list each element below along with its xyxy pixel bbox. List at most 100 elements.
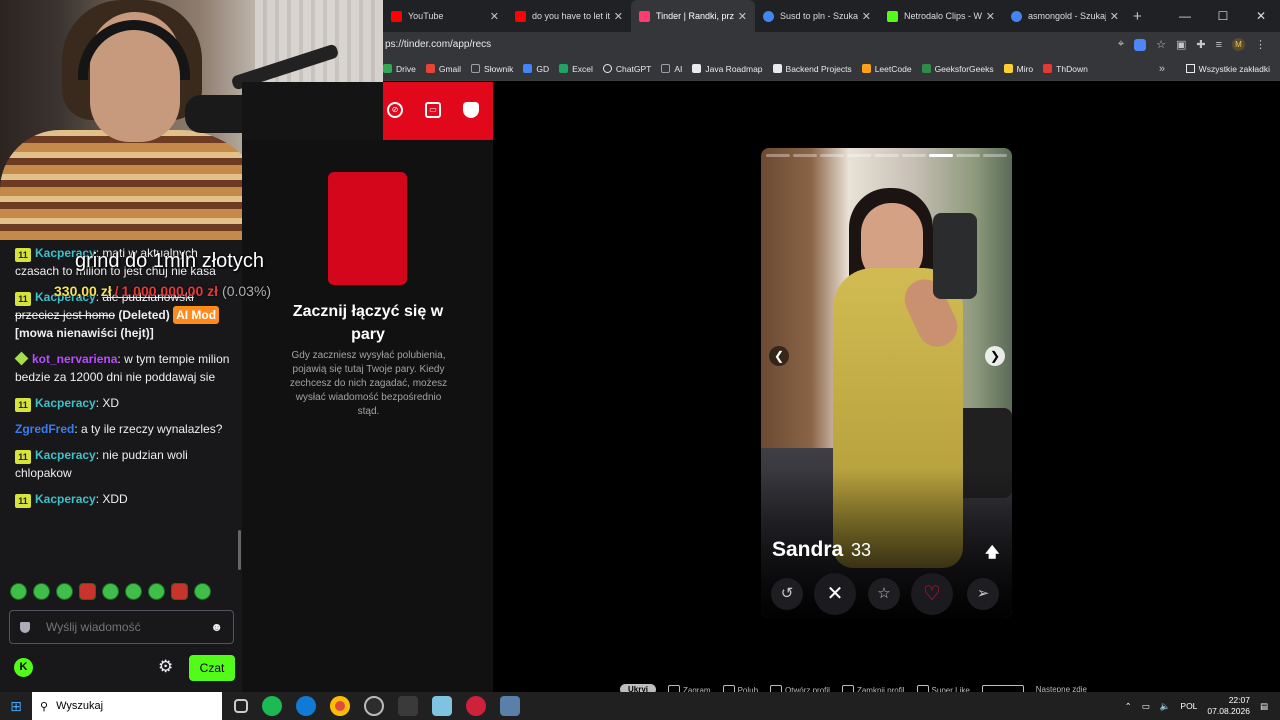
emote-bar [10,583,211,600]
new-tab-button[interactable]: + [1133,8,1142,25]
emote-icon[interactable] [194,583,211,600]
all-bookmarks[interactable]: Wszystkie zakładki [1185,64,1270,74]
bookmark-miro[interactable]: Miro [1003,64,1033,74]
close-tab-icon[interactable]: ✕ [738,10,747,23]
stream-goal-title: grind do 1mln złotych [75,250,264,272]
volume-icon[interactable]: 🔈 [1160,701,1171,712]
emote-icon[interactable] [10,583,27,600]
bookmark-chatgpt[interactable]: ChatGPT [602,64,651,74]
close-tab-icon[interactable]: ✕ [1110,10,1119,23]
minimize-icon[interactable]: — [1166,9,1204,23]
tab-youtube-video[interactable]: do you have to let it ✕ [507,0,631,32]
tinder-sidebar: ⊘ ▭ Zacznij łączyć się w pary Gdy zaczni… [242,82,493,692]
menu-dots-icon[interactable]: ⋮ [1255,38,1266,51]
chevron-right-icon[interactable]: » [1159,63,1165,75]
emote-icon[interactable] [125,583,142,600]
emote-icon[interactable] [33,583,50,600]
profile-card[interactable]: ❮ ❯ Sandra 33 🡅 ↺ ✕ ☆ ♡ ➢ [761,148,1012,618]
gear-icon[interactable]: ⚙ [158,657,173,677]
taskbar-search[interactable]: ⚲ Wyszukaj [32,692,222,720]
reading-list-icon[interactable]: ≡ [1216,39,1222,51]
chat-scrollbar[interactable] [238,530,241,570]
app-icon[interactable] [398,696,418,716]
chat-username[interactable]: kot_nervariena [32,352,117,366]
address-bar[interactable]: ps://tinder.com/app/recs [383,39,1118,50]
maximize-icon[interactable]: ☐ [1204,9,1242,23]
close-tab-icon[interactable]: ✕ [986,10,995,23]
bookmark-gd[interactable]: GD [523,64,549,74]
tab-youtube[interactable]: YouTube ✕ [383,0,507,32]
matches-placeholder-card [328,172,407,285]
chrome-icon[interactable] [330,696,350,716]
stream-chat: 11 Kacperacy: mati w aktualnych czasach t… [0,240,242,692]
task-view-icon[interactable] [234,699,248,713]
translate-icon[interactable] [1134,38,1147,51]
ai-mod-badge: AI Mod [173,306,220,324]
puzzle-icon[interactable]: ✚ [1196,38,1205,51]
bookmark-slownik[interactable]: Słownik [471,64,513,74]
next-photo-button[interactable]: ❯ [985,346,1005,366]
boost-button[interactable]: ➢ [967,578,999,610]
spotify-icon[interactable] [262,696,282,716]
super-like-button[interactable]: ☆ [868,578,900,610]
chat-message: 11 Kacperacy: XD [15,394,230,412]
emote-icon[interactable] [102,583,119,600]
bookmark-drive[interactable]: Drive [383,64,416,74]
location-icon[interactable]: ⌖ [1118,38,1124,51]
app-icon[interactable] [432,696,452,716]
emoji-icon[interactable]: ☻ [210,620,223,634]
bookmark-gmail[interactable]: Gmail [425,64,461,74]
like-button[interactable]: ♡ [911,573,953,615]
chat-username[interactable]: Kacperacy [35,492,96,506]
bookmark-excel[interactable]: Excel [559,64,593,74]
nope-button[interactable]: ✕ [814,573,856,615]
sub-badge: 11 [15,450,31,464]
send-chat-button[interactable]: Czat [189,655,235,681]
close-tab-icon[interactable]: ✕ [862,10,871,23]
goal-percent: (0.03%) [222,283,272,299]
extension-icon[interactable]: ▣ [1176,38,1186,51]
bookmark-java-roadmap[interactable]: Java Roadmap [692,64,763,74]
open-profile-icon[interactable]: 🡅 [985,542,999,566]
profile-avatar[interactable]: M [1232,38,1245,51]
calculator-icon[interactable] [500,696,520,716]
tab-kick-clips[interactable]: Netrodalo Clips - Wa ✕ [879,0,1003,32]
shield-icon[interactable] [463,102,479,118]
obs-icon[interactable] [364,696,384,716]
chat-input[interactable] [46,620,211,634]
edge-icon[interactable] [296,696,316,716]
language-indicator[interactable]: POL [1180,701,1197,711]
network-icon[interactable]: ▭ [1142,701,1150,712]
bookmark-thdown[interactable]: ThDown [1043,64,1088,74]
tab-google-usd[interactable]: Susd to pln - Szukaj ✕ [755,0,879,32]
chevron-up-icon[interactable]: ⌃ [1125,701,1132,712]
emote-icon[interactable] [56,583,73,600]
rewind-button[interactable]: ↺ [771,578,803,610]
prev-photo-button[interactable]: ❮ [769,346,789,366]
close-window-icon[interactable]: ✕ [1242,9,1280,23]
close-tab-icon[interactable]: ✕ [614,10,623,23]
bookmark-ai[interactable]: AI [661,64,682,74]
clock[interactable]: 22:07 07.08.2026 [1207,695,1250,717]
windows-start-icon[interactable]: ⊞ [0,698,32,715]
chat-input-box[interactable]: ☻ [9,610,234,644]
chat-username[interactable]: ZgredFred [15,422,74,436]
emote-icon[interactable] [79,583,96,600]
chat-message: kot_nervariena: w tym tempie milion bedz… [14,351,230,384]
bookmark-backend-projects[interactable]: Backend Projects [772,64,852,74]
emote-icon[interactable] [148,583,165,600]
notification-icon[interactable]: ▤ [1260,701,1268,712]
tab-google-asmongold[interactable]: asmongold - Szukaj ✕ [1003,0,1127,32]
bookmark-star-icon[interactable]: ☆ [1156,38,1166,51]
sparkle-badge-icon [14,351,29,366]
app-icon[interactable] [466,696,486,716]
chat-username[interactable]: Kacperacy [35,448,96,462]
emote-icon[interactable] [171,583,188,600]
bookmark-geeksforgeeks[interactable]: GeeksforGeeks [921,64,994,74]
briefcase-icon[interactable]: ▭ [425,102,441,118]
close-tab-icon[interactable]: ✕ [490,10,499,23]
chat-username[interactable]: Kacperacy [35,396,96,410]
explore-icon[interactable]: ⊘ [387,102,403,118]
tab-tinder[interactable]: Tinder | Randki, przyj ✕ [631,0,755,32]
bookmark-leetcode[interactable]: LeetCode [861,64,912,74]
